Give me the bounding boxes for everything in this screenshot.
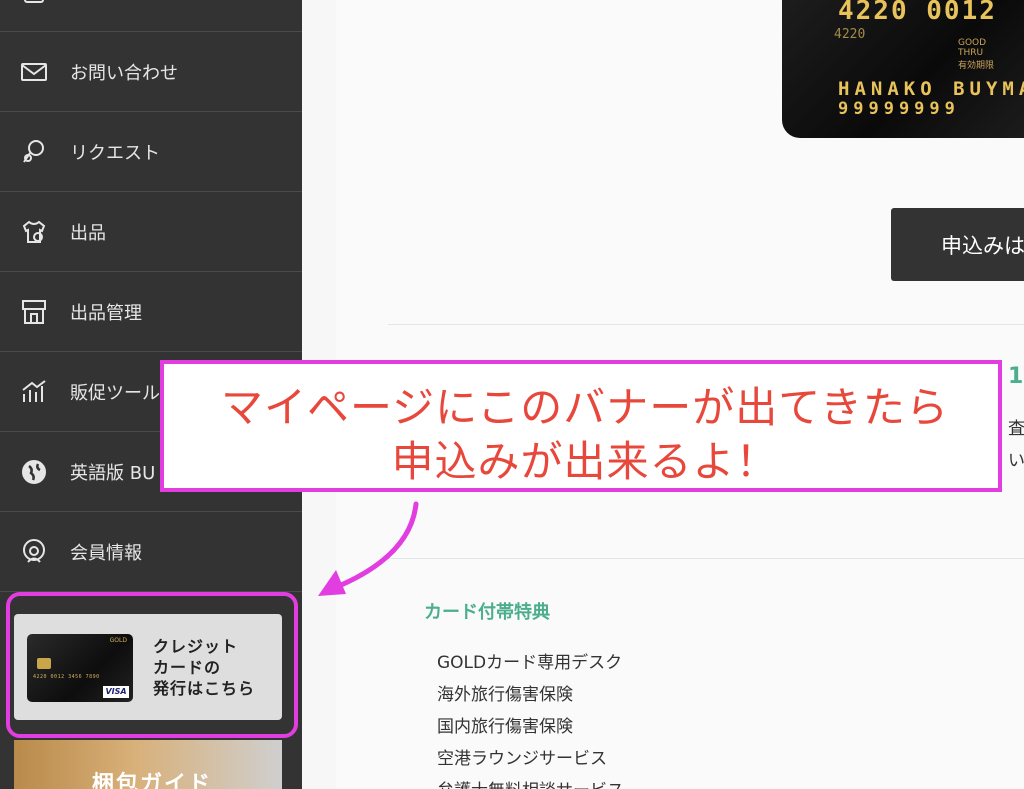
sidebar-item-book[interactable] bbox=[0, 0, 302, 32]
chart-icon bbox=[20, 378, 48, 406]
card-number: 4220 0012 bbox=[838, 0, 997, 26]
sidebar-item-member-info[interactable]: 会員情報 bbox=[0, 512, 302, 592]
annotation-callout: マイページにこのバナーが出てきたら 申込みが出来るよ！ bbox=[160, 360, 1002, 492]
section-heading-fragment: 10 bbox=[1008, 364, 1024, 389]
packing-guide-label: 梱包ガイド bbox=[92, 772, 213, 789]
sidebar-item-contact[interactable]: お問い合わせ bbox=[0, 32, 302, 112]
benefit-item: 空港ラウンジサービス bbox=[437, 749, 607, 769]
request-icon bbox=[20, 138, 48, 166]
sidebar-item-label: リクエスト bbox=[70, 142, 160, 164]
apply-button[interactable]: 申込みは bbox=[891, 208, 1024, 281]
sidebar-item-label: 販促ツール bbox=[70, 382, 160, 404]
benefit-item: 国内旅行傷害保険 bbox=[437, 717, 573, 737]
globe-icon bbox=[20, 458, 48, 486]
sidebar-item-listing[interactable]: 出品 bbox=[0, 192, 302, 272]
sidebar-item-listing-management[interactable]: 出品管理 bbox=[0, 272, 302, 352]
divider bbox=[388, 324, 1024, 325]
benefit-item: GOLDカード専用デスク bbox=[437, 653, 623, 673]
annotation-line-1: マイページにこのバナーが出てきたら bbox=[220, 383, 950, 432]
text-fragment: い bbox=[1008, 451, 1024, 471]
sidebar-item-label: 英語版 BU bbox=[70, 462, 156, 484]
card-expiry-label: 有効期限 bbox=[958, 61, 995, 71]
annotation-arrow bbox=[318, 501, 419, 596]
card-member-id: 99999999 bbox=[838, 99, 960, 119]
benefit-item: 海外旅行傷害保険 bbox=[437, 685, 573, 705]
banner-highlight-outline bbox=[6, 592, 298, 738]
card-good-thru: GOOD THRU bbox=[958, 38, 987, 58]
shirt-icon bbox=[20, 218, 48, 246]
sidebar-item-request[interactable]: リクエスト bbox=[0, 112, 302, 192]
annotation-line-2: 申込みが出来るよ！ bbox=[391, 437, 779, 486]
benefit-item: 弁護士無料相談サービス bbox=[437, 776, 624, 789]
shop-icon bbox=[20, 298, 48, 326]
sidebar-item-label: お問い合わせ bbox=[70, 62, 178, 84]
benefits-title: カード付帯特典 bbox=[424, 602, 550, 623]
card-holder: HANAKO BUYMA bbox=[838, 78, 1024, 100]
sidebar-item-label: 会員情報 bbox=[70, 542, 142, 564]
mail-icon bbox=[20, 58, 48, 86]
sidebar-item-label: 出品 bbox=[70, 222, 106, 244]
card-small-number: 4220 bbox=[834, 27, 866, 42]
book-icon bbox=[20, 0, 48, 6]
divider bbox=[388, 558, 1024, 559]
user-icon bbox=[20, 538, 48, 566]
credit-card-image: 4220 0012 4220 GOOD THRU 有効期限 HANAKO BUY… bbox=[782, 0, 1024, 138]
sidebar-item-label: 出品管理 bbox=[70, 302, 142, 324]
text-fragment: 査 bbox=[1008, 419, 1024, 439]
packing-guide-banner[interactable]: 梱包ガイド bbox=[14, 740, 282, 789]
